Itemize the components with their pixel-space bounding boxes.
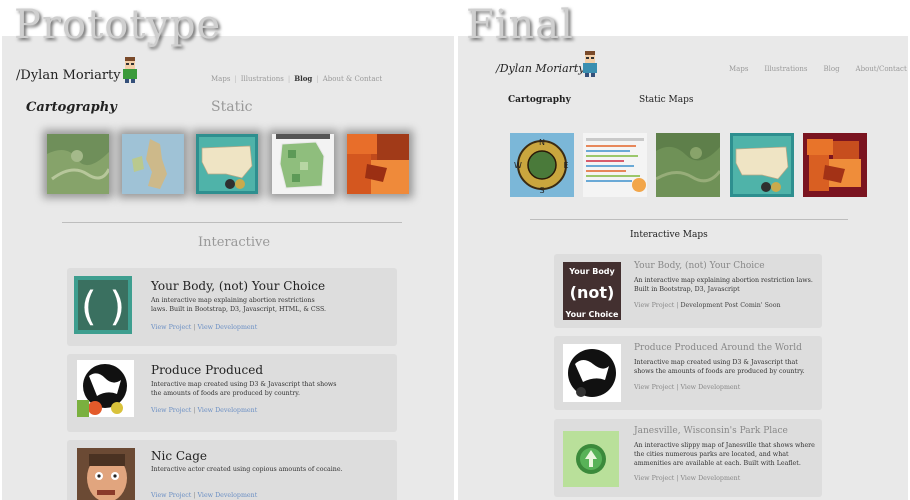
terrain-map-thumbnail[interactable] xyxy=(47,134,109,194)
project-description: Interactive map created using D3 & Javas… xyxy=(151,381,337,397)
project-description: Interactive map created using D3 & Javas… xyxy=(634,359,805,375)
project-title[interactable]: Nic Cage xyxy=(151,449,207,463)
svg-text:Your Choice: Your Choice xyxy=(565,310,620,319)
choropleth-map-icon xyxy=(347,134,409,194)
nav-about-contact[interactable]: About/Contact xyxy=(856,65,907,73)
project-description: An interactive slippy map of Janesville … xyxy=(634,442,815,467)
nav-about-contact[interactable]: About & Contact xyxy=(323,75,383,83)
compass-rose-icon: N E S W xyxy=(510,133,574,197)
terrain-map-icon xyxy=(656,133,720,197)
usa-map-thumbnail[interactable] xyxy=(196,134,258,194)
project-description: An interactive map explaining abortion r… xyxy=(151,297,327,313)
british-isles-map-icon xyxy=(122,134,184,194)
final-panel: /Dylan Moriarty Maps Illustrations Blog Abo… xyxy=(458,36,908,500)
site-brand[interactable]: /Dylan Moriarty xyxy=(496,62,585,75)
project-links: View Project | View Development xyxy=(151,324,258,331)
project-description: Interactive actor created using copious … xyxy=(151,466,343,473)
main-nav: Maps Illustrations Blog About/Contact xyxy=(729,65,907,73)
view-project-link[interactable]: View Project xyxy=(634,475,674,482)
avatar xyxy=(580,50,600,78)
view-project-link[interactable]: View Project xyxy=(151,492,191,499)
british-isles-map-thumbnail[interactable] xyxy=(122,134,184,194)
project-title[interactable]: Janesville, Wisconsin's Park Place xyxy=(634,426,788,436)
project-card: Your Body (not) Your Choice Your Body, (no… xyxy=(554,254,822,328)
section-interactive: Interactive Maps xyxy=(630,230,708,240)
usa-map-thumbnail[interactable] xyxy=(730,133,794,197)
wisconsin-map-thumbnail[interactable] xyxy=(272,134,334,194)
project-card: Produce Produced Interactive map created… xyxy=(67,354,397,432)
project-card: Nic Cage Interactive actor created using… xyxy=(67,440,397,500)
svg-text:(not): (not) xyxy=(570,283,615,302)
nav-illustrations[interactable]: Illustrations xyxy=(241,75,284,83)
infographic-chart-icon xyxy=(583,133,647,197)
section-divider xyxy=(530,219,848,220)
park-icon xyxy=(563,431,619,487)
brand-name: Dylan Moriarty xyxy=(20,68,121,83)
svg-text:Your Body: Your Body xyxy=(568,267,615,276)
infographic-thumbnail[interactable] xyxy=(583,133,647,197)
view-project-link[interactable]: View Project xyxy=(634,302,674,309)
project-links: View Project | Development Post Comin' S… xyxy=(634,302,781,309)
project-thumbnail[interactable] xyxy=(563,431,619,487)
svg-text:E: E xyxy=(563,161,568,170)
development-post-note: Development Post Comin' Soon xyxy=(680,302,781,309)
project-card: Produce Produced Around the World Intera… xyxy=(554,336,822,410)
section-cartography: Cartography xyxy=(26,100,117,115)
choropleth-map-thumbnail[interactable] xyxy=(347,134,409,194)
site-brand[interactable]: /Dylan Moriarty xyxy=(16,68,121,83)
final-label: Final xyxy=(466,2,574,48)
view-project-link[interactable]: View Project xyxy=(151,407,191,414)
prototype-panel: /Dylan Moriarty Maps | Illustrations | Blog |… xyxy=(2,36,454,500)
project-card: ( ) Your Body, (not) Your Choice An inte… xyxy=(67,268,397,346)
main-nav: Maps | Illustrations | Blog | About & Contact xyxy=(211,74,383,83)
nav-blog[interactable]: Blog xyxy=(294,74,312,83)
compass-map-thumbnail[interactable]: N E S W xyxy=(510,133,574,197)
project-title[interactable]: Produce Produced Around the World xyxy=(634,343,802,353)
project-title[interactable]: Your Body, (not) Your Choice xyxy=(151,279,325,293)
svg-text:W: W xyxy=(514,161,522,170)
project-links: View Project | View Development xyxy=(151,407,258,414)
project-links: View Project | View Development xyxy=(634,475,741,482)
view-development-link[interactable]: View Development xyxy=(681,384,741,391)
view-development-link[interactable]: View Development xyxy=(198,407,258,414)
wisconsin-map-icon xyxy=(272,134,334,194)
section-cartography: Cartography xyxy=(508,95,571,105)
prototype-label: Prototype xyxy=(14,2,222,48)
svg-text:S: S xyxy=(539,186,544,195)
project-title[interactable]: Your Body, (not) Your Choice xyxy=(634,261,765,271)
section-static: Static Maps xyxy=(639,95,694,105)
terrain-map-thumbnail[interactable] xyxy=(656,133,720,197)
svg-text:N: N xyxy=(539,138,545,147)
section-interactive: Interactive xyxy=(198,235,271,250)
brand-name: Dylan Moriarty xyxy=(499,62,585,75)
view-development-link[interactable]: View Development xyxy=(681,475,741,482)
section-static: Static xyxy=(211,99,253,115)
choropleth-map-thumbnail[interactable] xyxy=(803,133,867,197)
nav-blog[interactable]: Blog xyxy=(823,65,839,73)
view-project-link[interactable]: View Project xyxy=(634,384,674,391)
project-links: View Project | View Development xyxy=(634,384,741,391)
project-links: View Project | View Development xyxy=(151,492,258,499)
project-thumbnail[interactable] xyxy=(77,448,135,500)
usa-map-icon xyxy=(730,133,794,197)
nav-maps[interactable]: Maps xyxy=(211,75,230,83)
project-description: An interactive map explaining abortion r… xyxy=(634,277,813,293)
view-development-link[interactable]: View Development xyxy=(198,324,258,331)
nav-illustrations[interactable]: Illustrations xyxy=(764,65,807,73)
project-thumbnail[interactable]: Your Body (not) Your Choice xyxy=(563,262,621,320)
view-project-link[interactable]: View Project xyxy=(151,324,191,331)
project-thumbnail[interactable] xyxy=(77,360,134,417)
project-thumbnail[interactable] xyxy=(563,344,621,402)
usa-map-icon xyxy=(196,134,258,194)
section-divider xyxy=(62,222,402,223)
project-card: Janesville, Wisconsin's Park Place An in… xyxy=(554,419,822,497)
svg-text:( ): ( ) xyxy=(81,284,125,330)
avatar xyxy=(120,56,140,84)
project-title[interactable]: Produce Produced xyxy=(151,363,263,377)
nav-maps[interactable]: Maps xyxy=(729,65,748,73)
project-thumbnail[interactable]: ( ) xyxy=(74,276,132,334)
view-development-link[interactable]: View Development xyxy=(198,492,258,499)
terrain-map-icon xyxy=(47,134,109,194)
choropleth-map-icon xyxy=(803,133,867,197)
